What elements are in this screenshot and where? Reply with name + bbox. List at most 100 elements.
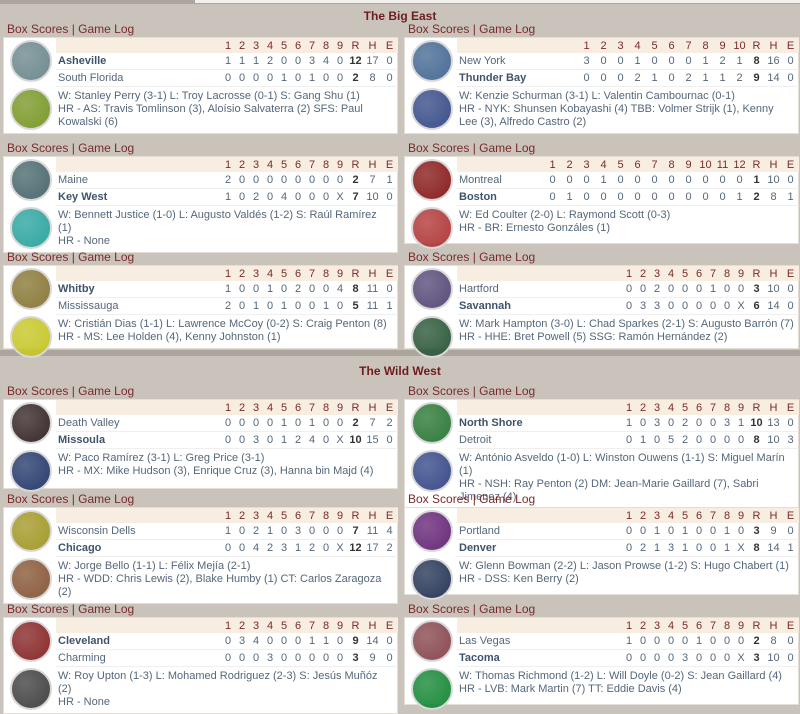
linescore-header-row: 123456789RHE xyxy=(56,266,398,281)
errors-total: 0 xyxy=(381,53,398,70)
runs-total: 2 xyxy=(748,188,765,206)
team-name[interactable]: Portland xyxy=(457,523,622,540)
game-log-link[interactable]: Game Log xyxy=(78,141,134,155)
box-scores-link[interactable]: Box Scores xyxy=(408,492,469,506)
inning-score: 2 xyxy=(291,431,305,449)
box-scores-link[interactable]: Box Scores xyxy=(408,141,469,155)
inning-score: 0 xyxy=(319,69,333,87)
errors-total: 0 xyxy=(381,188,398,206)
team-name[interactable]: Asheville xyxy=(56,53,221,70)
errors-total: 0 xyxy=(782,649,799,667)
team-name[interactable]: Wisconsin Dells xyxy=(56,523,221,540)
inning-score: 2 xyxy=(678,431,692,449)
inning-score: 0 xyxy=(706,431,720,449)
team-name[interactable]: Charming xyxy=(56,649,221,667)
team-row: Charming 0 0 0 3 0 0 0 0 0 3 9 0 xyxy=(56,649,398,667)
game-log-link[interactable]: Game Log xyxy=(479,22,535,36)
team-name[interactable]: Boston xyxy=(457,188,544,206)
game-log-link[interactable]: Game Log xyxy=(479,141,535,155)
team-name[interactable]: Detroit xyxy=(457,431,622,449)
inning-score: 0 xyxy=(319,523,333,540)
box-scores-link[interactable]: Box Scores xyxy=(408,602,469,616)
team-name[interactable]: Montreal xyxy=(457,172,544,189)
team-name[interactable]: Tacoma xyxy=(457,649,622,667)
team-name[interactable]: Key West xyxy=(56,188,221,206)
inning-header: 7 xyxy=(305,157,319,172)
team-logos xyxy=(6,38,54,132)
inning-score: 1 xyxy=(650,523,664,540)
inning-header: 1 xyxy=(221,400,235,415)
game-notes: W: Kenzie Schurman (3-1) L: Valentin Cam… xyxy=(457,87,798,133)
box-scores-link[interactable]: Box Scores xyxy=(7,602,68,616)
inning-header: 8 xyxy=(319,508,333,523)
box-scores-link[interactable]: Box Scores xyxy=(408,250,469,264)
inning-score: 0 xyxy=(692,649,706,667)
box-scores-link[interactable]: Box Scores xyxy=(7,250,68,264)
errors-total: 1 xyxy=(381,172,398,189)
team-name[interactable]: Mississauga xyxy=(56,297,221,315)
inning-score: 0 xyxy=(664,633,678,650)
inning-score: 0 xyxy=(277,633,291,650)
inning-score: 0 xyxy=(235,431,249,449)
inning-score: 1 xyxy=(277,297,291,315)
game-log-link[interactable]: Game Log xyxy=(78,384,134,398)
team-name[interactable]: Denver xyxy=(457,539,622,557)
team-row: Detroit 0 1 0 5 2 0 0 0 0 8 10 3 xyxy=(457,431,799,449)
inning-header: 3 xyxy=(249,266,263,281)
hits-header: H xyxy=(765,157,782,172)
box-scores-link[interactable]: Box Scores xyxy=(7,22,68,36)
inning-score: 0 xyxy=(706,633,720,650)
home-runs: HR - AS: Travis Tomlinson (3), Aloísio S… xyxy=(58,103,363,128)
team-name[interactable]: South Florida xyxy=(56,69,221,87)
inning-score: 1 xyxy=(595,172,612,189)
game-log-link[interactable]: Game Log xyxy=(78,22,134,36)
team-name[interactable]: Thunder Bay xyxy=(457,69,578,87)
box-scores-link[interactable]: Box Scores xyxy=(7,141,68,155)
chicago-logo-icon xyxy=(10,558,52,600)
inning-score: 0 xyxy=(622,649,636,667)
box-scores-link[interactable]: Box Scores xyxy=(408,22,469,36)
box-scores-link[interactable]: Box Scores xyxy=(7,492,68,506)
team-name[interactable]: Maine xyxy=(56,172,221,189)
game-log-link[interactable]: Game Log xyxy=(479,492,535,506)
inning-score: 0 xyxy=(578,188,595,206)
inning-score: 0 xyxy=(706,539,720,557)
box-scores-link[interactable]: Box Scores xyxy=(408,384,469,398)
game-log-link[interactable]: Game Log xyxy=(479,602,535,616)
inning-header: 9 xyxy=(333,38,347,53)
team-name[interactable]: Chicago xyxy=(56,539,221,557)
inning-header: 4 xyxy=(595,157,612,172)
errors-header: E xyxy=(782,157,799,172)
team-name[interactable]: New York xyxy=(457,53,578,70)
team-name[interactable]: Savannah xyxy=(457,297,622,315)
team-name[interactable]: Cleveland xyxy=(56,633,221,650)
team-name[interactable]: Hartford xyxy=(457,281,622,298)
game-log-link[interactable]: Game Log xyxy=(78,250,134,264)
team-name[interactable]: Missoula xyxy=(56,431,221,449)
runs-total: 7 xyxy=(347,523,364,540)
team-name[interactable]: North Shore xyxy=(457,415,622,432)
game-log-link[interactable]: Game Log xyxy=(479,250,535,264)
game-links: Box Scores | Game Log xyxy=(3,602,398,617)
inning-score: 2 xyxy=(263,53,277,70)
box-scores-link[interactable]: Box Scores xyxy=(7,384,68,398)
linescore-header-row: 1 2 3 4 5 6 7 8 9 10 11 12 R H E xyxy=(457,157,799,172)
team-column-header xyxy=(457,508,622,523)
team-row: Portland 0 0 1 0 1 0 0 1 0 3 9 0 xyxy=(457,523,799,540)
linescore-table: 1 2 3 4 5 6 7 8 9 R H E Cleveland 0 3 4 0 0 0 1 1 0 9 14 0 Charmi… xyxy=(56,618,398,667)
team-name[interactable]: Whitby xyxy=(56,281,221,298)
team-name[interactable]: Las Vegas xyxy=(457,633,622,650)
game-card: 1 2 3 4 5 6 7 8 9 R H E Las Vegas 1 0 0 0 0 1 0 0 0 2 8 0 Tacoma 0… xyxy=(404,617,799,710)
game-log-link[interactable]: Game Log xyxy=(78,492,134,506)
inning-score: 0 xyxy=(235,188,249,206)
hits-total: 16 xyxy=(765,53,782,70)
montreal-logo-icon xyxy=(411,159,453,201)
pitching-decisions: W: Stanley Perry (3-1) L: Troy Lacrosse … xyxy=(58,90,360,102)
inning-score: 0 xyxy=(578,172,595,189)
errors-header: E xyxy=(381,400,398,415)
game-log-link[interactable]: Game Log xyxy=(479,384,535,398)
team-name[interactable]: Death Valley xyxy=(56,415,221,432)
inning-score: 3 xyxy=(249,431,263,449)
game-log-link[interactable]: Game Log xyxy=(78,602,134,616)
inning-score: 0 xyxy=(305,188,319,206)
